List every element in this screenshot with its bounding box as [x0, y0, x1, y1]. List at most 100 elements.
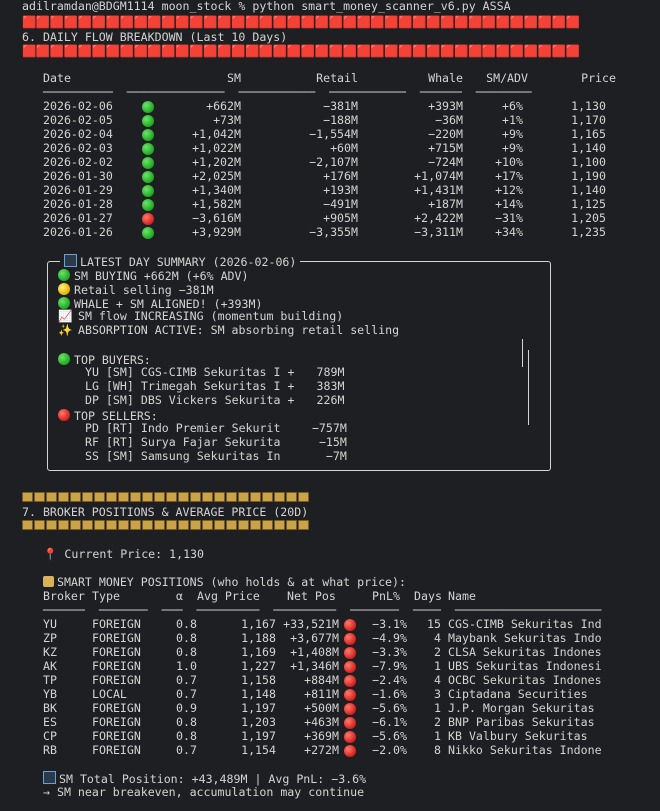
- summary-line: ✨ ABSORPTION ACTIVE: SM absorbing retail…: [58, 323, 400, 338]
- pos-broker: RB: [43, 743, 57, 757]
- flow-sm-adv: +9%: [502, 127, 523, 141]
- money-bag-icon: [118, 492, 129, 502]
- pos-pnl: −5.6%: [372, 701, 407, 715]
- positions-separator: ────── ─────── ─── ───────── ───────── ─…: [43, 603, 602, 617]
- pos-days: 1: [434, 729, 441, 743]
- money-bag-icon: [178, 492, 189, 502]
- sparkles-icon: ✨: [58, 323, 73, 337]
- current-price: 📍 Current Price: 1,130: [43, 547, 204, 562]
- flow-table-separator: ────────── ────────────── ─────────── ──…: [43, 85, 532, 99]
- money-bag-icon: [286, 520, 297, 530]
- red-circle-icon: [344, 745, 356, 757]
- money-bag-icon: [130, 520, 141, 530]
- terminal-window[interactable]: adilramdan@BDGM1114 moon_stock % python …: [0, 0, 660, 811]
- pos-pnl: −3.1%: [372, 617, 407, 631]
- flow-sm-adv: +9%: [502, 141, 523, 155]
- total-position-text: SM Total Position: +43,489M | Avg PnL: −…: [59, 772, 367, 786]
- pos-net: +463M: [304, 715, 339, 729]
- pos-name: CGS-CIMB Sekuritas Ind: [448, 617, 602, 631]
- flow-sm: −3,616M: [192, 211, 241, 225]
- flow-sm: +1,022M: [192, 141, 241, 155]
- money-bag-icon: [22, 492, 33, 502]
- money-bag-icon: [106, 520, 117, 530]
- header-price: Price: [581, 71, 616, 85]
- pos-name: BNP Paribas Sekuritas: [448, 715, 595, 729]
- pos-broker: ZP: [43, 631, 57, 645]
- seller-value: −757M: [311, 421, 347, 435]
- pos-alpha: 0.7: [176, 673, 197, 687]
- header-alpha: α: [176, 589, 183, 603]
- flow-retail: −3,355M: [309, 225, 358, 239]
- pos-broker: TP: [43, 673, 57, 687]
- seller-name: Samsung Sekuritas In: [140, 449, 281, 463]
- seller-value: −15M: [318, 435, 347, 449]
- pos-alpha: 0.8: [176, 645, 197, 659]
- pos-alpha: 0.8: [176, 617, 197, 631]
- money-bag-icon: [82, 492, 93, 502]
- pos-days: 2: [434, 715, 441, 729]
- money-bag-icon: [154, 520, 165, 530]
- pos-net: +1,346M: [290, 659, 339, 673]
- flow-whale: +715M: [428, 141, 463, 155]
- flow-retail: −2,107M: [309, 155, 358, 169]
- flow-date: 2026-02-05: [43, 113, 113, 127]
- header-days: Days: [414, 589, 442, 603]
- header-type: Type: [92, 589, 120, 603]
- money-bag-icon: [58, 520, 69, 530]
- pos-type: FOREIGN: [92, 659, 141, 673]
- header-whale: Whale: [428, 71, 463, 85]
- money-bag-icon: [34, 492, 45, 502]
- flow-whale: −3,311M: [414, 225, 463, 239]
- pos-type: FOREIGN: [92, 617, 141, 631]
- money-bag-icon: [274, 492, 285, 502]
- green-circle-icon: [142, 157, 154, 169]
- money-bag-icon: [262, 492, 273, 502]
- seller-type: [RT]: [105, 435, 134, 449]
- summary-line: 📈 SM flow INCREASING (momentum building): [58, 309, 344, 324]
- section-7-title: 7. BROKER POSITIONS & AVERAGE PRICE (20D…: [22, 505, 309, 519]
- box-stray-border-2: [528, 350, 529, 425]
- flow-sm: +1,582M: [192, 197, 241, 211]
- money-bag-icon: [70, 520, 81, 530]
- flow-date: 2026-01-26: [43, 225, 113, 239]
- chart-icon: [43, 771, 56, 784]
- pos-name: UBS Sekuritas Indonesi: [448, 659, 602, 673]
- flow-retail: +905M: [323, 211, 358, 225]
- flow-sm: +1,340M: [192, 183, 241, 197]
- positions-title-text: SMART MONEY POSITIONS (who holds & at wh…: [57, 575, 407, 589]
- money-bag-icon: [106, 492, 117, 502]
- flow-table-header: Date SM Retail Whale SM/ADV Price: [43, 71, 616, 86]
- buyer-name: CGS-CIMB Sekuritas I: [140, 365, 281, 379]
- money-banner-top: [22, 492, 310, 506]
- flow-date: 2026-02-04: [43, 127, 113, 141]
- header-sm: SM: [227, 71, 241, 85]
- pos-days: 1: [434, 659, 441, 673]
- pos-avg-price: 1,197: [241, 701, 276, 715]
- summary-line: Retail selling −381M: [58, 282, 214, 297]
- money-bag-icon: [286, 492, 297, 502]
- pos-pnl: −2.4%: [372, 673, 407, 687]
- money-bag-icon: [46, 520, 57, 530]
- money-bag-icon: [130, 492, 141, 502]
- flow-whale: +393M: [428, 99, 463, 113]
- flow-whale: −220M: [428, 127, 463, 141]
- pos-net: +3,677M: [290, 631, 339, 645]
- pos-days: 2: [434, 645, 441, 659]
- pos-type: FOREIGN: [92, 715, 141, 729]
- summary-line-text: SM flow INCREASING (momentum building): [77, 309, 344, 323]
- pos-name: OCBC Sekuritas Indones: [448, 673, 602, 687]
- buyer-name: DBS Vickers Sekurita: [140, 393, 281, 407]
- money-bag-icon: [298, 492, 309, 502]
- money-bag-icon: [298, 520, 309, 530]
- pos-name: Nikko Sekuritas Indone: [448, 743, 602, 757]
- buyer-value: 789M: [316, 365, 345, 379]
- seller-value: −7M: [325, 449, 347, 463]
- money-bag-icon: [70, 492, 81, 502]
- money-bag-icon: [226, 520, 237, 530]
- summary-line-text: ABSORPTION ACTIVE: SM absorbing retail s…: [77, 323, 400, 337]
- flow-sm-adv: +10%: [495, 155, 523, 169]
- pos-alpha: 0.8: [176, 631, 197, 645]
- pos-days: 1: [434, 701, 441, 715]
- flow-whale: −36M: [435, 113, 463, 127]
- pos-avg-price: 1,167: [241, 617, 276, 631]
